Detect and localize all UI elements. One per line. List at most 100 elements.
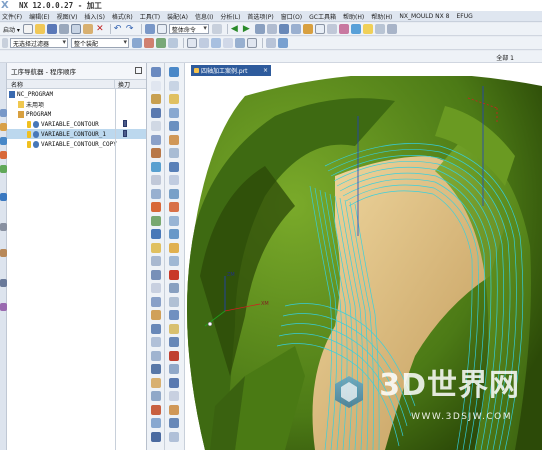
menu-help[interactable]: 帮助(H): [343, 12, 364, 21]
part-nav-icon[interactable]: [0, 123, 7, 131]
light-icon[interactable]: [362, 24, 373, 34]
snap-end-icon[interactable]: [199, 38, 209, 48]
delete-icon[interactable]: ✕: [95, 24, 105, 34]
command-finder-combo[interactable]: 整体命令: [168, 24, 209, 34]
cam-tool-24-icon[interactable]: [151, 377, 161, 388]
edit-tool-28-icon[interactable]: [169, 431, 179, 442]
menu-file[interactable]: 文件(F): [2, 12, 22, 21]
menu-info[interactable]: 信息(I): [195, 12, 213, 21]
section-icon[interactable]: [326, 24, 337, 34]
display-icon[interactable]: [156, 24, 167, 34]
select-feature-icon[interactable]: [156, 38, 166, 48]
snap-quadrant-icon[interactable]: [247, 38, 257, 48]
menu-analysis[interactable]: 分析(L): [220, 12, 240, 21]
cam-tool-22-icon[interactable]: [151, 350, 161, 361]
tree-row[interactable]: 未用项: [7, 99, 146, 109]
edit-tool-23-icon[interactable]: [169, 364, 179, 374]
close-tab-icon[interactable]: ×: [263, 67, 268, 74]
cam-tool-28-icon[interactable]: [151, 431, 161, 442]
cam-tool-26-icon[interactable]: [151, 404, 161, 415]
cam-tool-13-icon[interactable]: [151, 229, 161, 239]
back-icon[interactable]: ◀: [231, 24, 241, 34]
menu-view[interactable]: 视图(V): [57, 12, 78, 21]
copy-icon[interactable]: [70, 24, 81, 34]
cam-tool-18-icon[interactable]: [151, 296, 161, 307]
web-browser-icon[interactable]: [0, 193, 7, 201]
undo-icon[interactable]: ↶: [114, 24, 124, 34]
cam-tool-6-icon[interactable]: [151, 134, 161, 145]
edit-tool-8-icon[interactable]: [169, 161, 179, 172]
cam-tool-3-icon[interactable]: [151, 94, 161, 104]
column-name-header[interactable]: 名称: [7, 80, 115, 89]
menu-help2[interactable]: 帮助(H): [371, 12, 392, 21]
maximize-icon[interactable]: [135, 67, 142, 74]
rotate-icon[interactable]: [278, 24, 289, 34]
edit-tool-15-icon[interactable]: [169, 256, 179, 266]
tree-row[interactable]: VARIABLE_CONTOUR_COPY: [7, 139, 146, 149]
misc-icon[interactable]: [386, 24, 397, 34]
edit-tool-21-icon[interactable]: [169, 337, 179, 347]
selection-filter-combo[interactable]: 无选择过滤器: [10, 38, 68, 48]
menu-insert[interactable]: 插入(S): [84, 12, 105, 21]
cam-tool-1-icon[interactable]: [151, 67, 161, 77]
edit-tool-4-icon[interactable]: [169, 107, 179, 118]
snap-mid-icon[interactable]: [211, 38, 221, 48]
cam-tool-14-icon[interactable]: [151, 242, 161, 253]
edit-tool-25-icon[interactable]: [169, 391, 179, 401]
window-icon[interactable]: [144, 24, 155, 34]
edit-tool-11-icon[interactable]: [169, 202, 179, 212]
tree-row[interactable]: VARIABLE_CONTOUR: [7, 119, 146, 129]
edit-tool-10-icon[interactable]: [169, 188, 179, 199]
cam-tool-27-icon[interactable]: [151, 418, 161, 428]
menu-prefs[interactable]: 首选项(P): [247, 12, 273, 21]
redo-icon[interactable]: ↷: [126, 24, 136, 34]
forward-icon[interactable]: ▶: [243, 24, 253, 34]
show-hide-icon[interactable]: [266, 38, 276, 48]
assembly-nav-icon[interactable]: [0, 109, 7, 117]
tree-row[interactable]: NC_PROGRAM: [7, 89, 146, 99]
zoom-icon[interactable]: [266, 24, 277, 34]
cam-tool-25-icon[interactable]: [151, 391, 161, 401]
render-icon[interactable]: [350, 24, 361, 34]
edit-tool-16-icon[interactable]: [169, 269, 179, 280]
pan-icon[interactable]: [290, 24, 301, 34]
select-all-icon[interactable]: [132, 38, 142, 48]
edit-tool-1-icon[interactable]: [169, 67, 179, 77]
edit-tool-7-icon[interactable]: [169, 148, 179, 158]
edit-tool-3-icon[interactable]: [169, 94, 179, 104]
cam-tool-5-icon[interactable]: [151, 121, 161, 131]
edit-tool-22-icon[interactable]: [169, 350, 179, 361]
edit-tool-2-icon[interactable]: [169, 80, 179, 91]
edit-tool-26-icon[interactable]: [169, 404, 179, 415]
save-icon[interactable]: [46, 24, 57, 34]
shade-icon[interactable]: [302, 24, 313, 34]
edit-tool-14-icon[interactable]: [169, 242, 179, 253]
edit-tool-6-icon[interactable]: [169, 134, 179, 145]
tree-row[interactable]: PROGRAM: [7, 109, 146, 119]
open-file-icon[interactable]: [34, 24, 45, 34]
cam-tool-2-icon[interactable]: [151, 80, 161, 91]
cam-tool-23-icon[interactable]: [151, 364, 161, 374]
deselect-icon[interactable]: [144, 38, 154, 48]
new-file-icon[interactable]: [22, 24, 33, 34]
cam-tool-4-icon[interactable]: [151, 107, 161, 118]
menu-icon[interactable]: [2, 38, 8, 48]
menu-window[interactable]: 窗口(O): [281, 12, 302, 21]
grid-icon[interactable]: [374, 24, 385, 34]
roles-icon[interactable]: [0, 303, 7, 311]
cut-icon[interactable]: [58, 24, 69, 34]
menu-format[interactable]: 格式(R): [112, 12, 133, 21]
snap-intersect-icon[interactable]: [235, 38, 245, 48]
edit-tool-17-icon[interactable]: [169, 283, 179, 293]
view-orient-icon[interactable]: [254, 24, 265, 34]
edit-tool-13-icon[interactable]: [169, 229, 179, 239]
cam-tool-20-icon[interactable]: [151, 323, 161, 334]
edit-tool-19-icon[interactable]: [169, 310, 179, 320]
edit-tool-18-icon[interactable]: [169, 296, 179, 307]
cam-tool-17-icon[interactable]: [151, 283, 161, 293]
cam-tool-19-icon[interactable]: [151, 310, 161, 320]
edit-tool-20-icon[interactable]: [169, 323, 179, 334]
operation-nav-icon[interactable]: [0, 137, 7, 145]
column-tool-change-header[interactable]: 换刀: [115, 80, 130, 89]
cam-tool-15-icon[interactable]: [151, 256, 161, 266]
